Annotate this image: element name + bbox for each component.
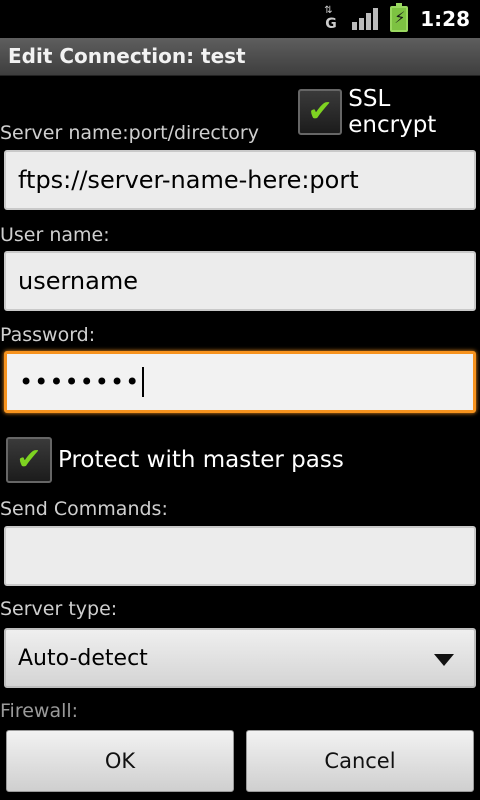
dialog-title-bar: Edit Connection: test bbox=[0, 38, 480, 76]
server-input-value: ftps://server-name-here:port bbox=[18, 166, 359, 194]
button-bar: OK Cancel bbox=[0, 722, 480, 800]
master-pass-label: Protect with master pass bbox=[58, 447, 344, 473]
status-icons: ⇅ G ⚡ 1:28 bbox=[322, 0, 470, 38]
ssl-encrypt-option[interactable]: ✔ SSL encrypt bbox=[298, 86, 480, 138]
server-label: Server name:port/directory bbox=[0, 122, 259, 144]
master-pass-option[interactable]: ✔ Protect with master pass bbox=[6, 436, 344, 484]
signal-strength-icon bbox=[352, 8, 379, 30]
status-clock: 1:28 bbox=[420, 7, 470, 31]
dialog-title: Edit Connection: test bbox=[8, 44, 246, 68]
server-type-selected: Auto-detect bbox=[18, 645, 148, 671]
username-input[interactable]: username bbox=[4, 251, 476, 311]
server-type-label: Server type: bbox=[0, 598, 118, 620]
text-cursor bbox=[142, 367, 145, 397]
server-input[interactable]: ftps://server-name-here:port bbox=[4, 150, 476, 210]
network-type-icon: ⇅ G bbox=[322, 5, 340, 33]
ssl-encrypt-checkbox[interactable]: ✔ bbox=[298, 89, 343, 135]
password-label: Password: bbox=[0, 324, 96, 346]
send-commands-label: Send Commands: bbox=[0, 498, 168, 520]
check-mark-icon: ✔ bbox=[16, 442, 42, 477]
master-pass-checkbox[interactable]: ✔ bbox=[6, 437, 52, 483]
username-input-value: username bbox=[18, 267, 138, 295]
send-commands-input[interactable] bbox=[4, 526, 476, 586]
server-type-dropdown[interactable]: Auto-detect bbox=[4, 628, 476, 688]
firewall-label: Firewall: bbox=[0, 700, 79, 722]
charging-bolt-icon: ⚡ bbox=[394, 8, 406, 27]
network-type-label: G bbox=[325, 16, 337, 32]
check-mark-icon: ✔ bbox=[307, 94, 333, 129]
password-input[interactable]: •••••••• bbox=[4, 351, 476, 413]
ok-button[interactable]: OK bbox=[6, 730, 234, 792]
status-bar: ⇅ G ⚡ 1:28 bbox=[0, 0, 480, 38]
ssl-encrypt-label: SSL encrypt bbox=[348, 86, 437, 138]
username-label: User name: bbox=[0, 224, 110, 246]
cancel-button[interactable]: Cancel bbox=[246, 730, 474, 792]
password-input-value: •••••••• bbox=[19, 368, 141, 396]
data-arrows-icon: ⇅ bbox=[324, 5, 333, 16]
dropdown-arrow-icon bbox=[434, 654, 454, 666]
battery-charging-icon: ⚡ bbox=[390, 3, 409, 32]
